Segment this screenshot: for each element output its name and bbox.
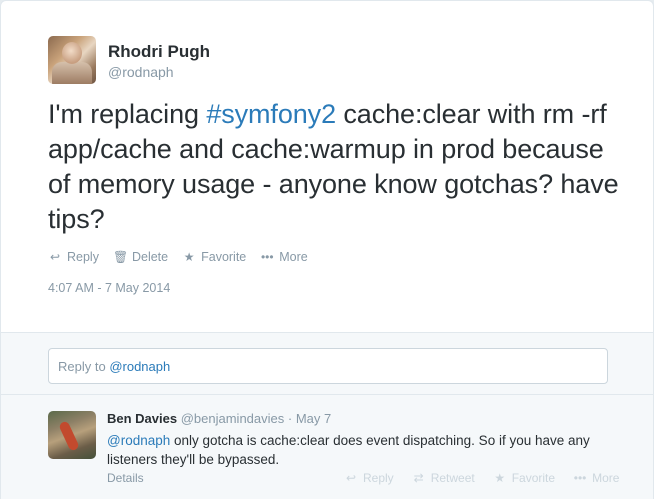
favorite-button[interactable]: ★ Favorite: [182, 250, 247, 264]
reply-reply-button[interactable]: ↩ Reply: [344, 471, 394, 485]
delete-label: Delete: [131, 250, 169, 264]
trash-icon: 🗑: [112, 250, 129, 264]
reply-author-avatar[interactable]: [48, 411, 96, 459]
delete-button[interactable]: 🗑 Delete: [113, 250, 168, 264]
reply-reply-label: Reply: [363, 471, 394, 485]
tweet-text-before: I'm replacing: [48, 99, 207, 129]
star-icon: ★: [183, 250, 195, 264]
reply-text-body: only gotcha is cache:clear does event di…: [107, 433, 590, 467]
tweet-timestamp[interactable]: 4:07 AM - 7 May 2014: [48, 281, 170, 295]
reply-mention-link[interactable]: @rodnaph: [107, 433, 170, 448]
reply-header: Ben Davies @benjamindavies · May 7: [107, 411, 331, 426]
author-avatar[interactable]: [48, 36, 96, 84]
details-link[interactable]: Details: [107, 471, 144, 485]
tweet-actions: ↩ Reply 🗑 Delete ★ Favorite ••• More: [48, 250, 322, 264]
reply-more-button[interactable]: ••• More: [573, 471, 620, 485]
reply-favorite-label: Favorite: [511, 471, 556, 485]
reply-input[interactable]: Reply to @rodnaph: [48, 348, 608, 384]
reply-text: @rodnaph only gotcha is cache:clear does…: [107, 431, 627, 469]
main-tweet: Rhodri Pugh @rodnaph I'm replacing #symf…: [1, 1, 653, 332]
more-dots-icon: •••: [573, 471, 587, 485]
reply-separator: ·: [284, 411, 296, 426]
tweet-card: Rhodri Pugh @rodnaph I'm replacing #symf…: [0, 0, 654, 499]
hashtag-link[interactable]: #symfony2: [206, 99, 336, 129]
reply-author-username[interactable]: @benjamindavies: [181, 411, 285, 426]
reply-tweet: Ben Davies @benjamindavies · May 7 @rodn…: [1, 395, 653, 499]
reply-date[interactable]: May 7: [296, 411, 331, 426]
retweet-label: Retweet: [430, 471, 475, 485]
tweet-text: I'm replacing #symfony2 cache:clear with…: [48, 97, 628, 237]
more-dots-icon: •••: [260, 250, 274, 264]
more-label: More: [279, 250, 308, 264]
reply-area: Reply to @rodnaph: [1, 332, 653, 395]
reply-more-label: More: [592, 471, 620, 485]
reply-label: Reply: [67, 250, 99, 264]
reply-input-mention: @rodnaph: [109, 359, 171, 374]
reply-button[interactable]: ↩ Reply: [48, 250, 99, 264]
reply-input-prefix: Reply to: [58, 359, 110, 374]
retweet-button[interactable]: ⇄ Retweet: [412, 471, 475, 485]
favorite-label: Favorite: [201, 250, 247, 264]
reply-favorite-button[interactable]: ★ Favorite: [493, 471, 555, 485]
reply-icon: ↩: [49, 250, 61, 264]
reply-actions: ↩ Reply ⇄ Retweet ★ Favorite ••• More: [344, 471, 637, 485]
author-username[interactable]: @rodnaph: [108, 64, 174, 80]
retweet-icon: ⇄: [413, 471, 424, 485]
reply-icon: ↩: [345, 471, 357, 485]
star-icon: ★: [494, 471, 506, 485]
more-button[interactable]: ••• More: [260, 250, 308, 264]
reply-author-fullname[interactable]: Ben Davies: [107, 411, 177, 426]
author-fullname[interactable]: Rhodri Pugh: [108, 42, 210, 62]
